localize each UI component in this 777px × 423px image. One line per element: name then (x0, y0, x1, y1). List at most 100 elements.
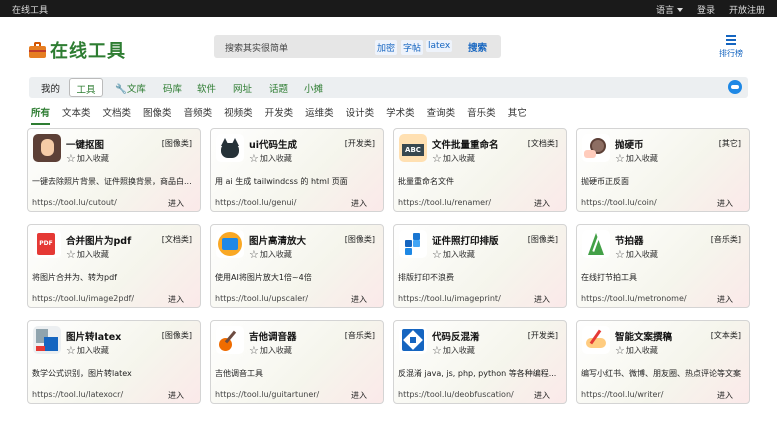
tool-card[interactable]: 抛硬币 [其它] ☆ 加入收藏 抛硬币正反面 https://tool.lu/coin/进… (576, 128, 750, 212)
nav-item-topics[interactable]: 话题 (269, 81, 288, 95)
tool-card[interactable]: ABC 文件批量重命名 [文档类] ☆ 加入收藏 批量重命名文件 https://tool.… (393, 128, 567, 212)
search-input[interactable]: 搜索其实很简单 (225, 41, 288, 54)
nav-item-stalls[interactable]: 小摊 (304, 81, 323, 95)
nav-item-library[interactable]: 🔧文库 (115, 81, 146, 95)
nav-item-sites[interactable]: 网址 (233, 81, 252, 95)
favorite-button[interactable]: ☆ 加入收藏 (249, 345, 292, 356)
tool-url[interactable]: https://tool.lu/upscaler/ (215, 294, 308, 303)
language-label: 语言 (655, 6, 674, 16)
register-link[interactable]: 开放注册 (729, 3, 765, 16)
tool-name[interactable]: 代码反混淆 (432, 329, 480, 343)
tool-url[interactable]: https://tool.lu/guitartuner/ (215, 390, 319, 399)
tool-name[interactable]: 抛硬币 (615, 137, 644, 151)
favorite-button[interactable]: ☆ 加入收藏 (66, 345, 109, 356)
enter-button[interactable]: 进入 (534, 390, 550, 401)
tool-card[interactable]: 图片转latex [图像类] ☆ 加入收藏 数学公式识别，图片转latex https:/… (27, 320, 201, 404)
favorite-label: 加入收藏 (76, 250, 109, 259)
search-box[interactable]: 搜索其实很简单 加密 字帖 latex 搜索 (214, 35, 501, 58)
favorite-button[interactable]: ☆ 加入收藏 (249, 249, 292, 260)
tool-card[interactable]: 智能文案撰稿 [文本类] ☆ 加入收藏 编写小红书、微博、朋友圈、热点评论等文案 http… (576, 320, 750, 404)
tool-name[interactable]: 证件照打印排版 (432, 233, 499, 247)
favorite-button[interactable]: ☆ 加入收藏 (615, 249, 658, 260)
tool-card[interactable]: 一键抠图 [图像类] ☆ 加入收藏 一键去除照片背景、证件照换背景，商品白... http… (27, 128, 201, 212)
category-tab[interactable]: 所有 (31, 105, 51, 125)
enter-button[interactable]: 进入 (534, 294, 550, 305)
tool-name[interactable]: ui代码生成 (249, 137, 297, 151)
bot-icon[interactable] (728, 80, 742, 94)
tool-url[interactable]: https://tool.lu/renamer/ (398, 198, 491, 207)
tool-card[interactable]: PDF 合并图片为pdf [文档类] ☆ 加入收藏 将图片合并为、转为pdf https:/… (27, 224, 201, 308)
tool-card[interactable]: ui代码生成 [开发类] ☆ 加入收藏用 ai 生成 tailwindcss 的 ht… (210, 128, 384, 212)
category-tab[interactable]: 图像类 (143, 105, 172, 123)
tool-url[interactable]: https://tool.lu/latexocr/ (32, 390, 123, 399)
favorite-button[interactable]: ☆ 加入收藏 (66, 153, 109, 164)
search-keyword[interactable]: 字帖 (401, 40, 424, 55)
tool-card[interactable]: 吉他调音器 [音乐类] ☆ 加入收藏 吉他调音工具 https://tool.lu/gui… (210, 320, 384, 404)
tool-url[interactable]: https://tool.lu/cutout/ (32, 198, 117, 207)
enter-button[interactable]: 进入 (717, 198, 733, 209)
nav-item-mine[interactable]: 我的 (41, 81, 60, 95)
category-tab[interactable]: 开发类 (265, 105, 294, 123)
enter-button[interactable]: 进入 (351, 390, 367, 401)
favorite-button[interactable]: ☆ 加入收藏 (615, 345, 658, 356)
favorite-button[interactable]: ☆ 加入收藏 (66, 249, 109, 260)
tool-card[interactable]: 节拍器 [音乐类] ☆ 加入收藏 在线打节拍工具 https://tool.lu/metr… (576, 224, 750, 308)
enter-button[interactable]: 进入 (717, 294, 733, 305)
category-tab[interactable]: 学术类 (386, 105, 415, 123)
category-tab[interactable]: 运维类 (305, 105, 334, 123)
tool-url[interactable]: https://tool.lu/genui/ (215, 198, 296, 207)
enter-button[interactable]: 进入 (351, 198, 367, 209)
tool-description: 数学公式识别，图片转latex (32, 369, 132, 378)
tool-name[interactable]: 文件批量重命名 (432, 137, 499, 151)
login-link[interactable]: 登录 (697, 3, 715, 16)
tool-card[interactable]: 证件照打印排版 [图像类] ☆ 加入收藏 排版打印不浪费 https://tool.lu/… (393, 224, 567, 308)
category-tab[interactable]: 文档类 (103, 105, 132, 123)
tool-card[interactable]: 代码反混淆 [开发类] ☆ 加入收藏 反混淆 java, js, php, python… (393, 320, 567, 404)
tool-name[interactable]: 吉他调音器 (249, 329, 297, 343)
enter-button[interactable]: 进入 (168, 390, 184, 401)
nav-item-software[interactable]: 软件 (197, 81, 216, 95)
tool-url[interactable]: https://tool.lu/image2pdf/ (32, 294, 134, 303)
tool-name[interactable]: 图片转latex (66, 329, 121, 343)
favorite-button[interactable]: ☆ 加入收藏 (249, 153, 292, 164)
favorite-label: 加入收藏 (76, 346, 109, 355)
tool-url[interactable]: https://tool.lu/metronome/ (581, 294, 687, 303)
tool-card[interactable]: 图片高清放大 [图像类] ☆ 加入收藏 使用AI将图片放大1倍~4倍 https://to… (210, 224, 384, 308)
ranking-button[interactable]: 排行榜 (716, 35, 746, 59)
search-keyword[interactable]: 加密 (375, 40, 398, 55)
topbar-brand[interactable]: 在线工具 (12, 3, 48, 16)
tool-name[interactable]: 一键抠图 (66, 137, 104, 151)
category-tab[interactable]: 视频类 (224, 105, 253, 123)
category-tab[interactable]: 设计类 (346, 105, 375, 123)
category-tab[interactable]: 文本类 (62, 105, 91, 123)
tool-url[interactable]: https://tool.lu/deobfuscation/ (398, 390, 514, 399)
tool-url[interactable]: https://tool.lu/coin/ (581, 198, 657, 207)
tool-description: 用 ai 生成 tailwindcss 的 html 页面 (215, 177, 348, 186)
category-tab[interactable]: 音频类 (184, 105, 213, 123)
tool-url[interactable]: https://tool.lu/imageprint/ (398, 294, 501, 303)
formula-icon (33, 326, 61, 354)
tool-name[interactable]: 合并图片为pdf (66, 233, 131, 247)
enter-button[interactable]: 进入 (351, 294, 367, 305)
category-tab[interactable]: 音乐类 (467, 105, 496, 123)
favorite-button[interactable]: ☆ 加入收藏 (615, 153, 658, 164)
language-menu[interactable]: 语言 (656, 3, 683, 16)
favorite-button[interactable]: ☆ 加入收藏 (432, 249, 475, 260)
category-tab[interactable]: 查询类 (427, 105, 456, 123)
favorite-button[interactable]: ☆ 加入收藏 (432, 345, 475, 356)
search-keyword[interactable]: latex (426, 40, 453, 52)
enter-button[interactable]: 进入 (717, 390, 733, 401)
nav-item-code[interactable]: 码库 (163, 81, 182, 95)
enter-button[interactable]: 进入 (168, 294, 184, 305)
enter-button[interactable]: 进入 (168, 198, 184, 209)
enter-button[interactable]: 进入 (534, 198, 550, 209)
tool-url[interactable]: https://tool.lu/writer/ (581, 390, 663, 399)
tool-name[interactable]: 智能文案撰稿 (615, 329, 672, 343)
tool-name[interactable]: 图片高清放大 (249, 233, 306, 247)
search-button[interactable]: 搜索 (468, 40, 487, 54)
nav-item-tools[interactable]: 工具 (69, 78, 103, 97)
favorite-button[interactable]: ☆ 加入收藏 (432, 153, 475, 164)
category-tab[interactable]: 其它 (508, 105, 527, 123)
site-logo[interactable]: 在线工具 (29, 37, 126, 63)
tool-name[interactable]: 节拍器 (615, 233, 644, 247)
